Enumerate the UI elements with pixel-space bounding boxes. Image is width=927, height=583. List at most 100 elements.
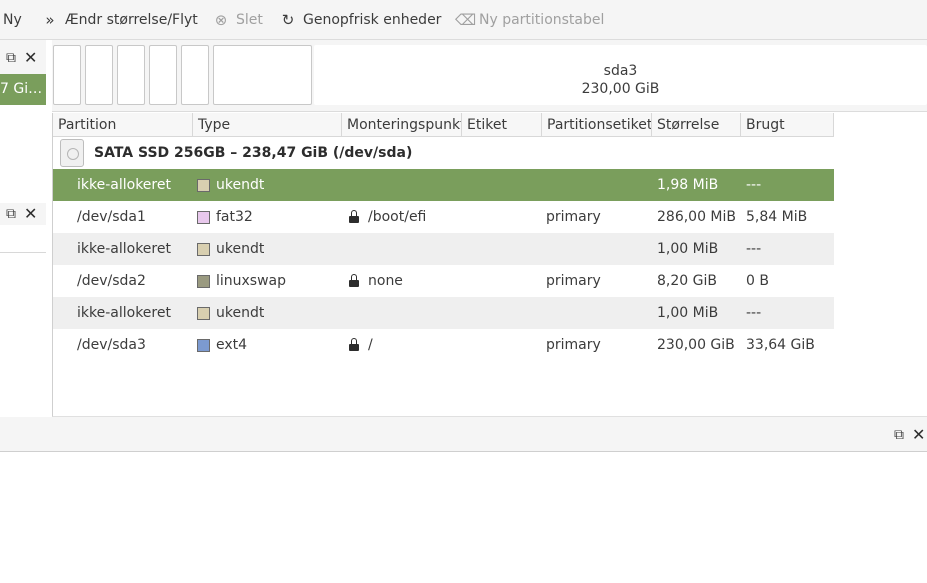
partition-cell: ikke-allokeret — [77, 241, 171, 257]
new-button[interactable]: Ny — [3, 0, 22, 40]
device-list-item-label: 7 Gi… — [0, 81, 43, 97]
close-icon[interactable]: ✕ — [24, 206, 37, 222]
table-row[interactable]: /dev/sda2 linuxswap none primary 8,20 GiB 0 B — [53, 265, 834, 297]
refresh-label: Genopfrisk enheder — [303, 12, 442, 28]
column-header: Partition Type Monteringspunkt Etiket Pa… — [53, 113, 834, 137]
filesystem-swatch — [197, 307, 210, 320]
table-row[interactable]: /dev/sda3 ext4 / primary 230,00 GiB 33,64 GiB — [53, 329, 834, 361]
partition-block[interactable] — [149, 45, 177, 105]
filesystem-swatch — [197, 339, 210, 352]
table-row[interactable]: ikke-allokeret ukendt 1,98 MiB --- — [53, 169, 834, 201]
divider — [0, 252, 46, 253]
device-label: SATA SSD 256GB – 238,47 GiB (/dev/sda) — [94, 145, 413, 161]
partition-block[interactable] — [85, 45, 113, 105]
mountpoint-cell: /boot/efi — [368, 209, 427, 225]
bottom-panel-header: ⧉ ✕ — [0, 417, 927, 452]
left-panel-details — [0, 225, 46, 417]
lock-icon — [349, 274, 359, 288]
left-panel-bottom-controls: ⧉ ✕ — [6, 203, 37, 225]
partition-cell: /dev/sda2 — [77, 273, 146, 289]
restore-window-icon[interactable]: ⧉ — [6, 50, 16, 66]
table-row[interactable]: ikke-allokeret ukendt 1,00 MiB --- — [53, 233, 834, 265]
partition-cell: ikke-allokeret — [77, 305, 171, 321]
type-cell: ukendt — [216, 177, 265, 193]
left-panel: ⧉ ✕ 7 Gi… ⧉ ✕ — [0, 40, 46, 417]
disk-icon — [60, 139, 84, 167]
filesystem-swatch — [197, 179, 210, 192]
new-button-label: Ny — [3, 12, 22, 28]
partition-label-cell: primary — [546, 273, 601, 289]
used-cell: --- — [746, 177, 762, 193]
delete-label: Slet — [236, 12, 263, 28]
size-cell: 230,00 GiB — [657, 337, 735, 353]
filesystem-swatch — [197, 211, 210, 224]
resize-move-label: Ændr størrelse/Flyt — [65, 12, 198, 28]
table-row[interactable]: ikke-allokeret ukendt 1,00 MiB --- — [53, 297, 834, 329]
partition-list: Partition Type Monteringspunkt Etiket Pa… — [52, 113, 927, 417]
clear-tag-icon: ⌫ — [455, 11, 477, 29]
type-cell: linuxswap — [216, 273, 287, 289]
used-cell: 33,64 GiB — [746, 337, 815, 353]
partition-block-sda3[interactable]: sda3 230,00 GiB — [314, 45, 927, 105]
restore-window-icon[interactable]: ⧉ — [894, 427, 904, 443]
column-partition[interactable]: Partition — [53, 113, 193, 137]
new-partition-table-button[interactable]: ⌫ Ny partitionstabel — [455, 0, 604, 40]
size-cell: 1,98 MiB — [657, 177, 719, 193]
refresh-icon: ↻ — [281, 11, 295, 29]
type-cell: ukendt — [216, 241, 265, 257]
partition-cell: /dev/sda1 — [77, 209, 146, 225]
double-chevron-right-icon: » — [45, 11, 55, 29]
partition-block[interactable] — [213, 45, 312, 105]
resize-move-button[interactable]: » Ændr størrelse/Flyt — [41, 0, 198, 40]
size-cell: 1,00 MiB — [657, 305, 719, 321]
used-cell: --- — [746, 241, 762, 257]
size-cell: 286,00 MiB — [657, 209, 737, 225]
filesystem-swatch — [197, 243, 210, 256]
partition-cell: /dev/sda3 — [77, 337, 146, 353]
partition-block-size: 230,00 GiB — [581, 81, 660, 97]
filesystem-swatch — [197, 275, 210, 288]
partition-label-cell: primary — [546, 337, 601, 353]
device-row[interactable]: SATA SSD 256GB – 238,47 GiB (/dev/sda) — [53, 137, 927, 169]
partition-block[interactable] — [53, 45, 81, 105]
used-cell: 0 B — [746, 273, 769, 289]
close-icon[interactable]: ✕ — [912, 427, 925, 443]
type-cell: ukendt — [216, 305, 265, 321]
bottom-panel-controls: ⧉ ✕ — [894, 426, 925, 444]
partition-block-text: sda3 230,00 GiB — [314, 62, 927, 98]
column-type[interactable]: Type — [193, 113, 342, 137]
used-cell: --- — [746, 305, 762, 321]
close-icon[interactable]: ✕ — [24, 50, 37, 66]
size-cell: 8,20 GiB — [657, 273, 717, 289]
left-panel-list — [0, 105, 46, 203]
restore-window-icon[interactable]: ⧉ — [6, 206, 16, 222]
delete-circle-icon: ⊗ — [214, 11, 228, 29]
partition-block[interactable] — [181, 45, 209, 105]
lock-icon — [349, 338, 359, 352]
column-mountpoint[interactable]: Monteringspunkt — [342, 113, 462, 137]
type-cell: ext4 — [216, 337, 248, 353]
left-panel-top-controls: ⧉ ✕ — [6, 47, 37, 69]
table-row[interactable]: /dev/sda1 fat32/boot/efi primary 286,00 MiB… — [53, 201, 834, 233]
refresh-devices-button[interactable]: ↻ Genopfrisk enheder — [279, 0, 442, 40]
partition-block-name: sda3 — [603, 63, 638, 79]
partition-block[interactable] — [117, 45, 145, 105]
mountpoint-cell: / — [368, 337, 373, 353]
column-partition-label[interactable]: Partitionsetiket — [542, 113, 652, 137]
partition-cell: ikke-allokeret — [77, 177, 171, 193]
new-partition-table-label: Ny partitionstabel — [479, 12, 605, 28]
mountpoint-cell: none — [368, 273, 403, 289]
column-used[interactable]: Brugt — [741, 113, 834, 137]
device-list-item[interactable]: 7 Gi… — [0, 74, 46, 105]
delete-button[interactable]: ⊗ Slet — [212, 0, 263, 40]
type-cell: fat32 — [216, 209, 253, 225]
column-label[interactable]: Etiket — [462, 113, 542, 137]
used-cell: 5,84 MiB — [746, 209, 808, 225]
partition-map: sda3 230,00 GiB — [52, 40, 927, 112]
lock-icon — [349, 210, 359, 224]
bottom-panel — [0, 452, 927, 583]
column-size[interactable]: Størrelse — [652, 113, 741, 137]
toolbar: Ny » Ændr størrelse/Flyt ⊗ Slet ↻ Genopf… — [0, 0, 927, 40]
size-cell: 1,00 MiB — [657, 241, 719, 257]
partition-label-cell: primary — [546, 209, 601, 225]
